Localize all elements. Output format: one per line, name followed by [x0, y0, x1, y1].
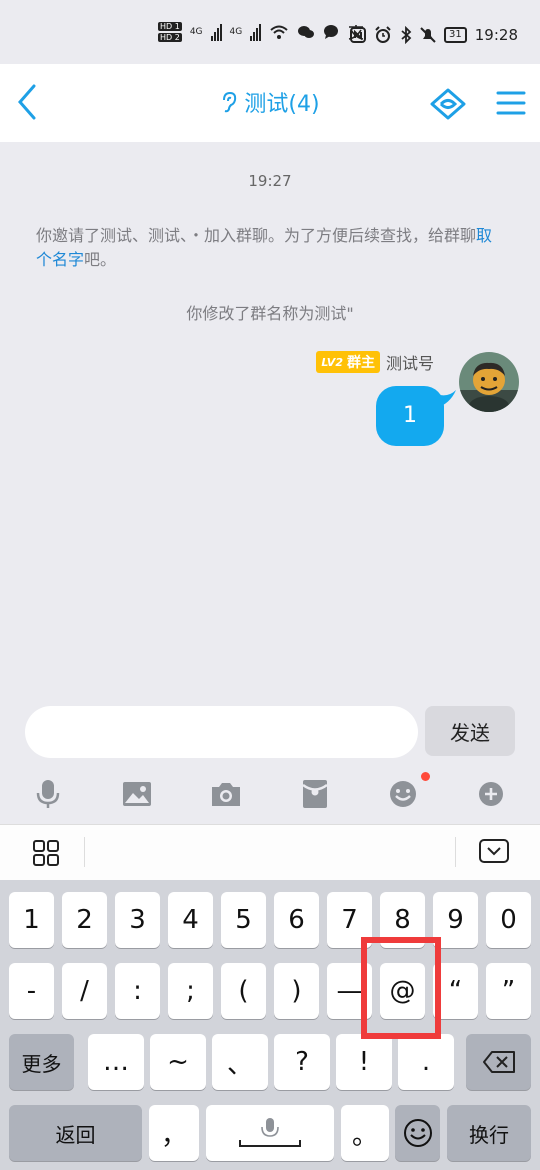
- hd1-badge: HD 1: [158, 22, 182, 31]
- chat-area: 19:27 你邀请了测试、测试、・加入群聊。为了方便后续查找，给群聊取个名字吧。…: [0, 142, 540, 700]
- key-5[interactable]: 5: [221, 892, 266, 948]
- system-invite-suffix: 吧。: [84, 250, 117, 269]
- role-label: 群主: [346, 355, 375, 371]
- keyboard-grid-icon[interactable]: [32, 839, 60, 867]
- keyboard-toolbar: [0, 824, 540, 880]
- key-close-quote[interactable]: ”: [486, 963, 531, 1019]
- key-tilde[interactable]: ~: [150, 1034, 206, 1090]
- red-packet-icon: [302, 780, 328, 808]
- chat-title-text: 测试(4): [244, 92, 320, 117]
- send-button[interactable]: 发送: [425, 706, 515, 756]
- status-bar: HD 1 HD 2 4G 4G 31 19:28: [0, 0, 540, 64]
- mute-icon: [420, 27, 436, 43]
- key-period[interactable]: .: [398, 1034, 454, 1090]
- rename-notice: 你修改了群名称为测试": [186, 304, 354, 323]
- camera-button[interactable]: [208, 776, 244, 812]
- key-1[interactable]: 1: [9, 892, 54, 948]
- signal-icon-2: [250, 23, 262, 41]
- message-icon: [324, 25, 339, 39]
- camera-icon: [212, 783, 240, 806]
- emoji-key[interactable]: [395, 1105, 440, 1161]
- level-label: LV2: [321, 355, 343, 369]
- backspace-key[interactable]: [466, 1034, 531, 1090]
- toolbar: [0, 768, 540, 824]
- new-indicator-dot: [421, 772, 430, 781]
- image-icon: [123, 782, 151, 806]
- key-enumeration-comma[interactable]: 、: [212, 1034, 268, 1090]
- smiley-icon: [403, 1119, 432, 1147]
- key-2[interactable]: 2: [62, 892, 107, 948]
- key-more[interactable]: 更多: [9, 1034, 74, 1090]
- key-ellipsis[interactable]: …: [88, 1034, 144, 1090]
- sender-name: 测试号: [385, 354, 434, 373]
- toolbar-divider-right: [455, 837, 456, 867]
- emoji-icon: [390, 781, 416, 807]
- wifi-icon: [270, 25, 288, 39]
- hd2-badge: HD 2: [158, 33, 182, 42]
- avatar[interactable]: [459, 352, 519, 412]
- key-colon[interactable]: :: [115, 963, 160, 1019]
- message-input[interactable]: [25, 706, 418, 758]
- emoji-button[interactable]: [385, 776, 421, 812]
- status-time: 19:28: [474, 26, 518, 44]
- backspace-icon: [482, 1051, 515, 1073]
- battery-indicator: 31: [444, 27, 467, 43]
- ear-icon: [223, 91, 237, 113]
- space-voice-icon: [239, 1118, 301, 1147]
- plus-circle-icon: [479, 782, 503, 806]
- system-invite-message: 你邀请了测试、测试、・加入群聊。为了方便后续查找，给群聊取个名字吧。: [36, 224, 506, 272]
- highlight-box: [361, 937, 441, 1039]
- key-fullwidth-comma[interactable]: ，: [149, 1105, 199, 1161]
- title-bar: 测试(4): [0, 64, 540, 142]
- network-type-1: 4G: [189, 27, 203, 37]
- key-semicolon[interactable]: ;: [168, 963, 213, 1019]
- key-slash[interactable]: /: [62, 963, 107, 1019]
- more-tools-button[interactable]: [473, 776, 509, 812]
- signal-icon-1: [210, 23, 222, 41]
- key-question[interactable]: ?: [274, 1034, 330, 1090]
- alarm-icon: [375, 26, 391, 43]
- bluetooth-icon: [401, 26, 412, 44]
- collapse-keyboard-icon[interactable]: [478, 838, 510, 864]
- key-6[interactable]: 6: [274, 892, 319, 948]
- composer-row: 发送: [0, 700, 540, 768]
- wechat-icon: [298, 26, 315, 38]
- key-newline[interactable]: 换行: [447, 1105, 531, 1161]
- menu-icon[interactable]: [494, 86, 528, 120]
- key-open-paren[interactable]: (: [221, 963, 266, 1019]
- toolbar-divider-left: [84, 837, 85, 867]
- key-4[interactable]: 4: [168, 892, 213, 948]
- message-bubble[interactable]: 1: [376, 386, 444, 446]
- key-0[interactable]: 0: [486, 892, 531, 948]
- owner-badge: LV2 群主: [316, 351, 380, 373]
- space-key[interactable]: [206, 1105, 334, 1161]
- key-fullwidth-period[interactable]: 。: [341, 1105, 389, 1161]
- status-bar-left: HD 1 HD 2 4G 4G: [158, 22, 365, 42]
- status-bar-right: 31 19:28: [350, 26, 518, 44]
- hd-indicators: HD 1 HD 2: [158, 22, 182, 42]
- message-timestamp: 19:27: [248, 172, 292, 190]
- microphone-icon: [36, 780, 60, 808]
- network-type-2: 4G: [229, 27, 243, 37]
- key-back[interactable]: 返回: [9, 1105, 142, 1161]
- red-packet-button[interactable]: [297, 776, 333, 812]
- sender-header: LV2 群主 测试号: [316, 350, 434, 374]
- voice-button[interactable]: [30, 776, 66, 812]
- image-button[interactable]: [119, 776, 155, 812]
- nfc-icon: [350, 27, 367, 43]
- key-hyphen[interactable]: -: [9, 963, 54, 1019]
- group-link-icon[interactable]: [428, 84, 468, 124]
- key-3[interactable]: 3: [115, 892, 160, 948]
- system-invite-text: 你邀请了测试、测试、・加入群聊。为了方便后续查找，给群聊: [36, 226, 477, 245]
- key-close-paren[interactable]: ): [274, 963, 319, 1019]
- key-exclamation[interactable]: !: [336, 1034, 392, 1090]
